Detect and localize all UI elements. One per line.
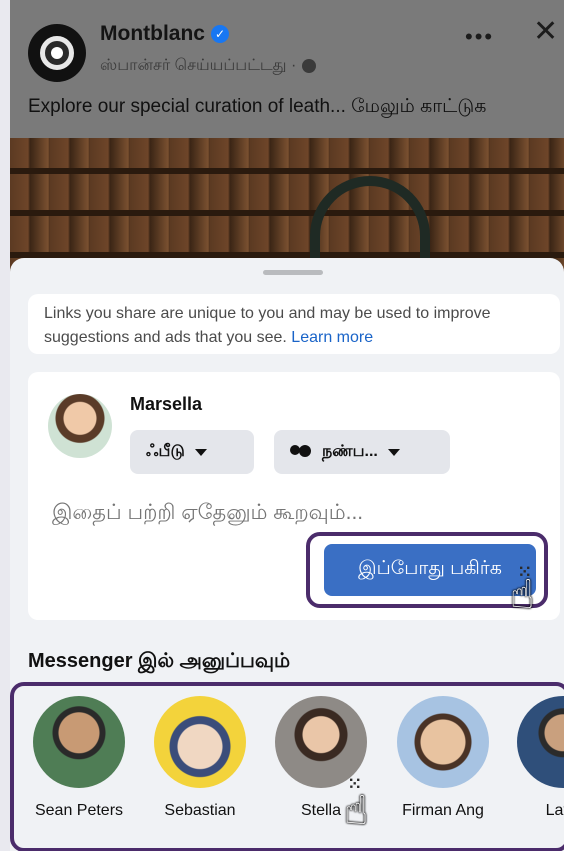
privacy-notice: Links you share are unique to you and ma… [28,294,560,354]
left-edge [0,0,10,851]
user-name: Marsella [130,394,203,414]
sponsored-text: ஸ்பான்சர் செய்யப்பட்டது · [100,57,297,74]
friends-icon [290,445,312,459]
more-options-button[interactable]: ••• [465,24,494,50]
brand-logo[interactable] [28,24,86,82]
destination-label: ஃபீடு [146,443,185,460]
contact-name: Firman Ang [402,802,484,819]
contact-name: Sean Peters [34,802,124,819]
audience-label: நண்ப... [322,443,378,460]
bag-handle-graphic [310,176,430,266]
notice-text: Links you share are unique to you and ma… [44,305,491,346]
contact-item[interactable]: Firman Ang [388,696,498,820]
tap-hand-icon: ☝ [344,789,369,833]
contact-item[interactable]: Lave [508,696,564,820]
contact-name: Lave [545,802,564,819]
share-composer: Marsella ஃபீடு நண்ப... இப்போது பகிர்க ⁙ … [28,372,560,620]
sponsored-label: ஸ்பான்சர் செய்யப்பட்டது · [100,56,317,76]
caret-down-icon [387,448,400,456]
avatar [48,394,112,458]
contact-name: Sebastian [164,802,236,819]
contact-item[interactable]: Sean Peters [24,696,134,820]
share-sheet: Links you share are unique to you and ma… [10,258,564,851]
messenger-section-title: Messenger இல் அனுப்பவும் [28,650,291,672]
brand-name-text[interactable]: Montblanc [100,22,205,46]
drag-handle[interactable] [263,270,323,275]
contact-item[interactable]: Sebastian [145,696,255,820]
share-message-input[interactable] [50,500,534,526]
contact-avatar [33,696,125,788]
destination-dropdown[interactable]: ஃபீடு [130,430,254,474]
tap-hand-icon: ☝ [510,573,535,617]
globe-icon [302,59,317,73]
contact-avatar [397,696,489,788]
verified-badge-icon: ✓ [211,25,229,43]
sponsored-post: Montblanc ✓ ஸ்பான்சர் செய்யப்பட்டது · ••… [10,0,564,300]
contact-avatar [517,696,564,788]
post-header: Montblanc ✓ ஸ்பான்சர் செய்யப்பட்டது · ••… [10,0,564,88]
brand-name[interactable]: Montblanc ✓ [100,22,229,46]
close-button[interactable]: ✕ [533,14,558,49]
app-frame: Montblanc ✓ ஸ்பான்சர் செய்யப்பட்டது · ••… [0,0,564,851]
contact-avatar [154,696,246,788]
share-now-button[interactable]: இப்போது பகிர்க [324,544,536,596]
learn-more-link[interactable]: Learn more [291,329,373,346]
caret-down-icon [194,448,207,456]
audience-dropdown[interactable]: நண்ப... [274,430,450,474]
montblanc-star-icon [40,36,74,70]
post-caption[interactable]: Explore our special curation of leath...… [28,96,486,120]
